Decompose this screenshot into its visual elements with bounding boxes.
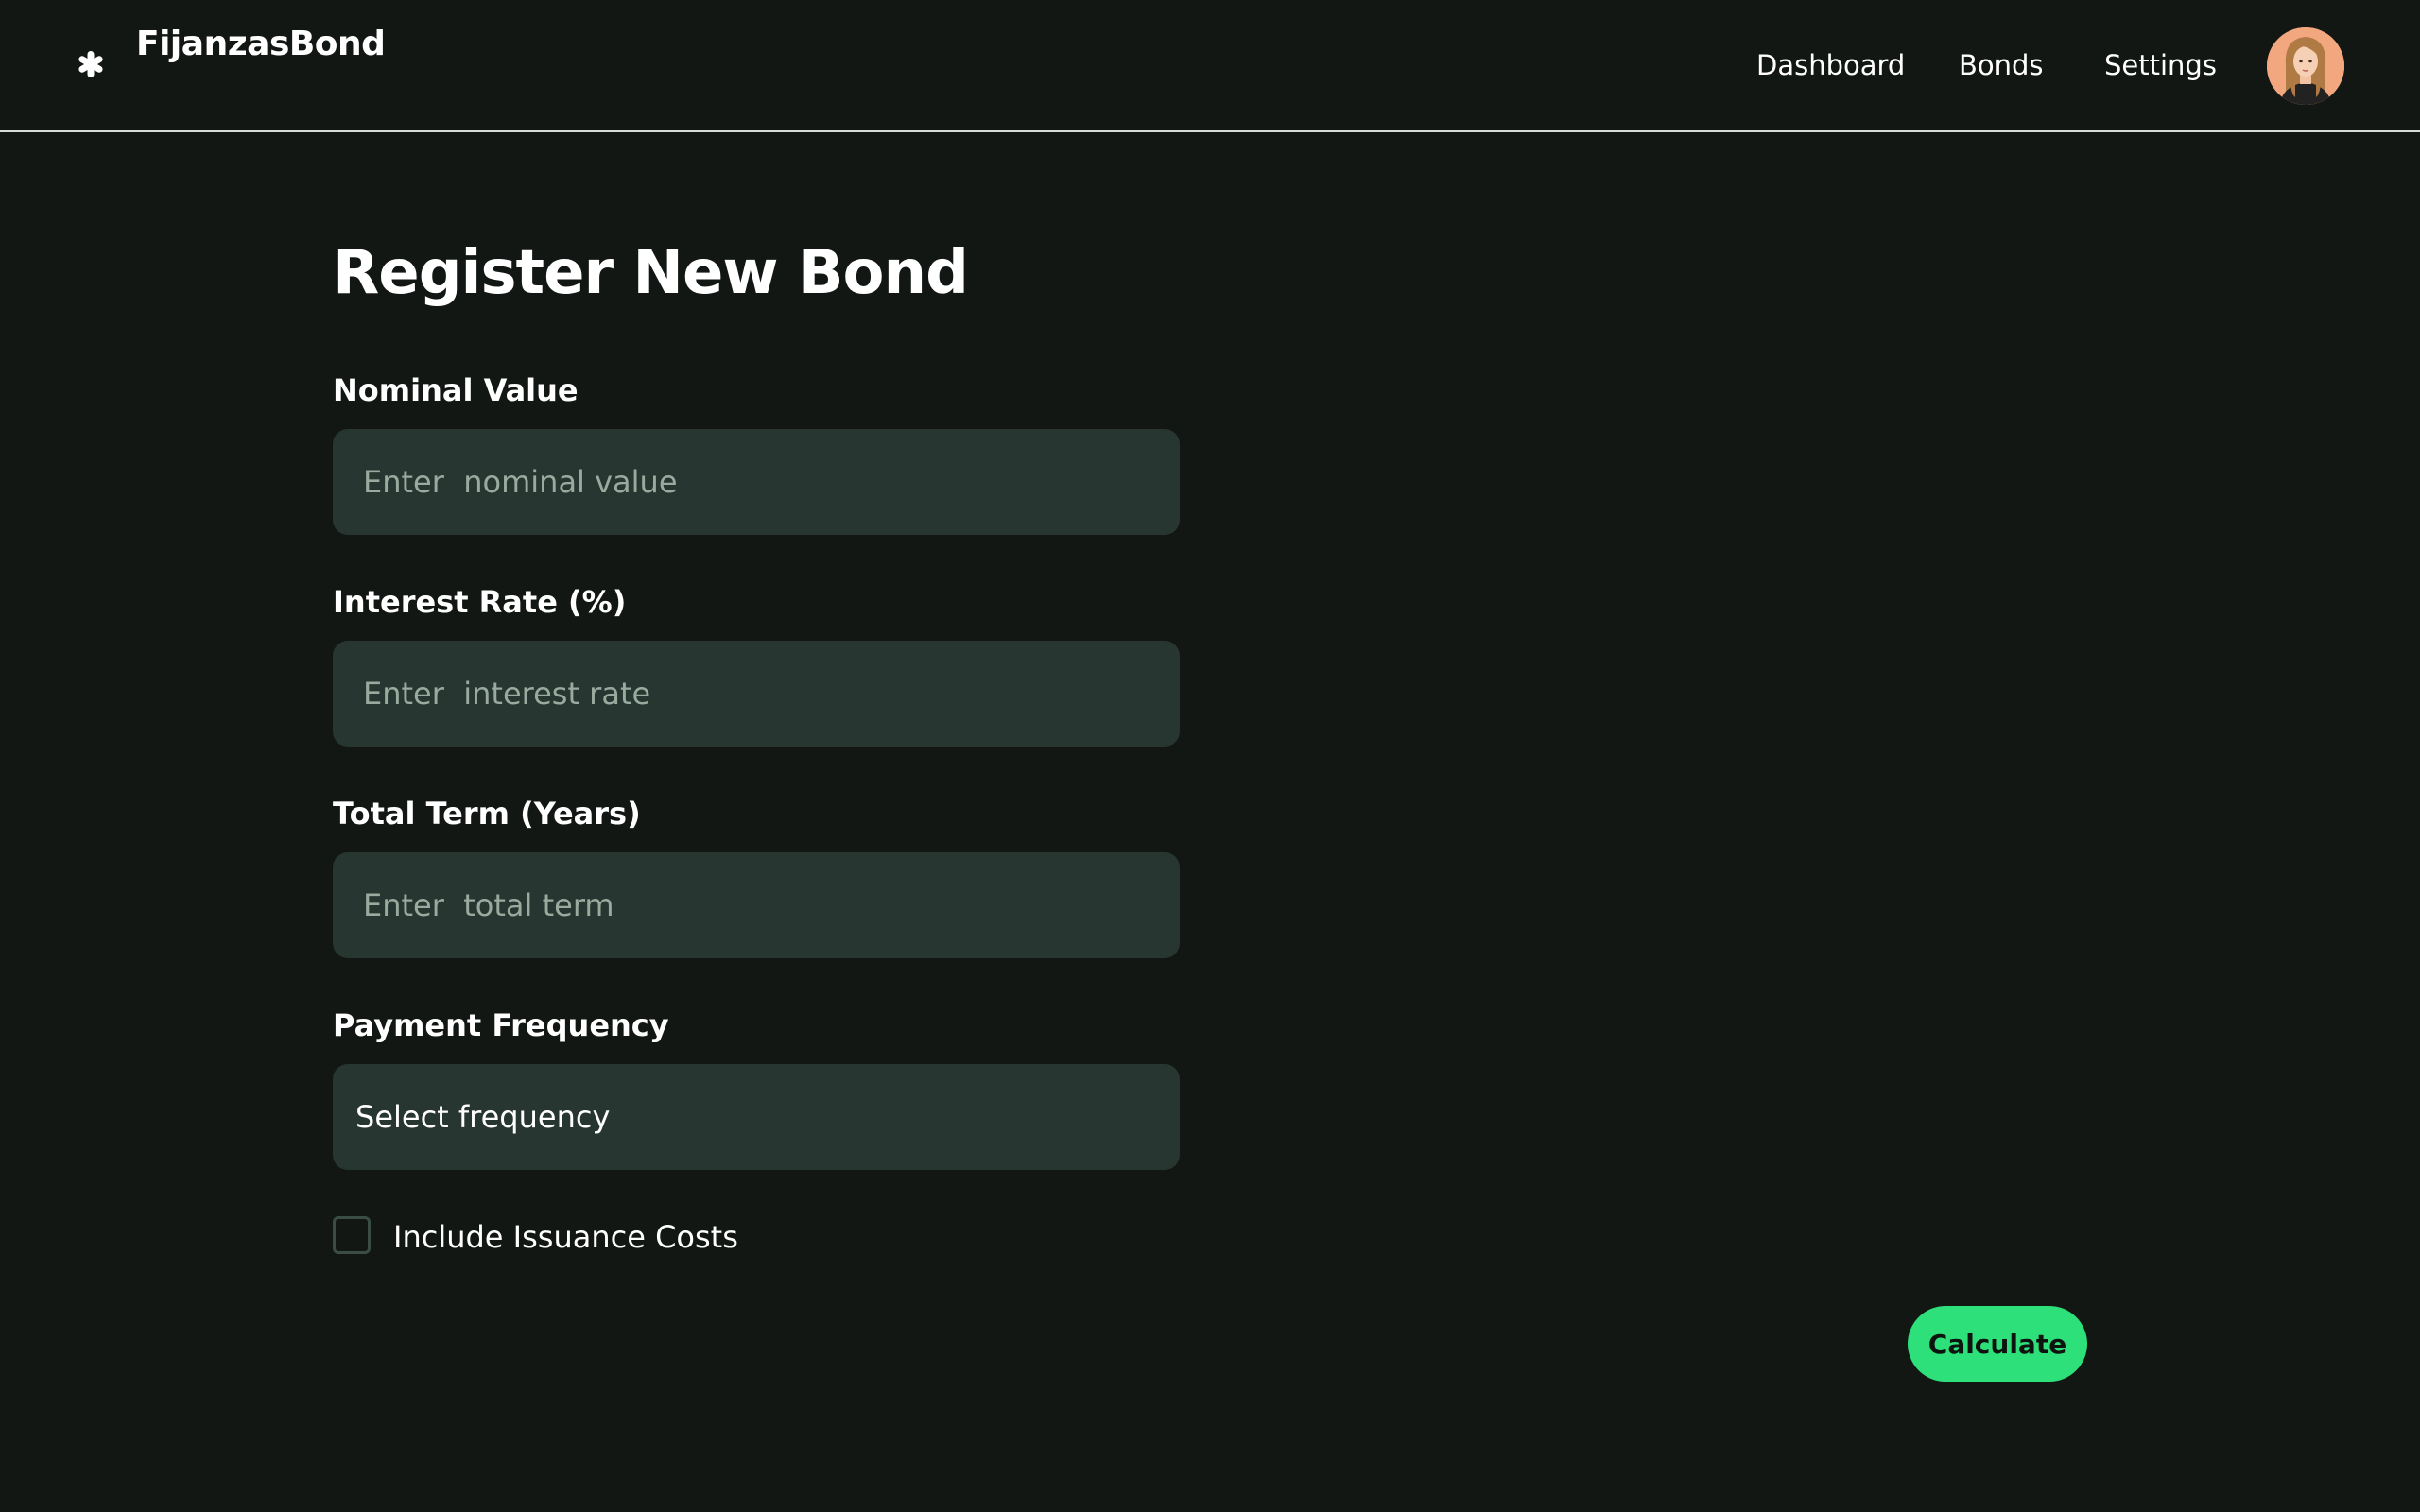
nominal-value-input[interactable] [333,429,1180,535]
nominal-value-label: Nominal Value [333,372,579,408]
user-avatar[interactable] [2267,27,2344,105]
issuance-costs-label[interactable]: Include Issuance Costs [393,1219,738,1255]
interest-rate-label: Interest Rate (%) [333,584,627,620]
payment-frequency-select[interactable]: Select frequency [333,1064,1180,1170]
issuance-costs-checkbox[interactable] [333,1216,371,1254]
nav-dashboard[interactable]: Dashboard [1756,49,1905,81]
calculate-button[interactable]: Calculate [1908,1306,2087,1382]
nav-settings[interactable]: Settings [2104,49,2217,81]
asterisk-icon[interactable] [76,49,106,79]
total-term-label: Total Term (Years) [333,796,641,832]
brand-name[interactable]: FijanzasBond [136,25,386,63]
nav-bonds[interactable]: Bonds [1959,49,2044,81]
payment-frequency-label: Payment Frequency [333,1007,669,1043]
total-term-input[interactable] [333,852,1180,958]
top-header: FijanzasBond Dashboard Bonds Settings [0,0,2420,132]
avatar-portrait-icon [2267,27,2344,105]
interest-rate-input[interactable] [333,641,1180,747]
payment-frequency-selected: Select frequency [355,1099,611,1135]
page-title: Register New Bond [333,238,969,308]
